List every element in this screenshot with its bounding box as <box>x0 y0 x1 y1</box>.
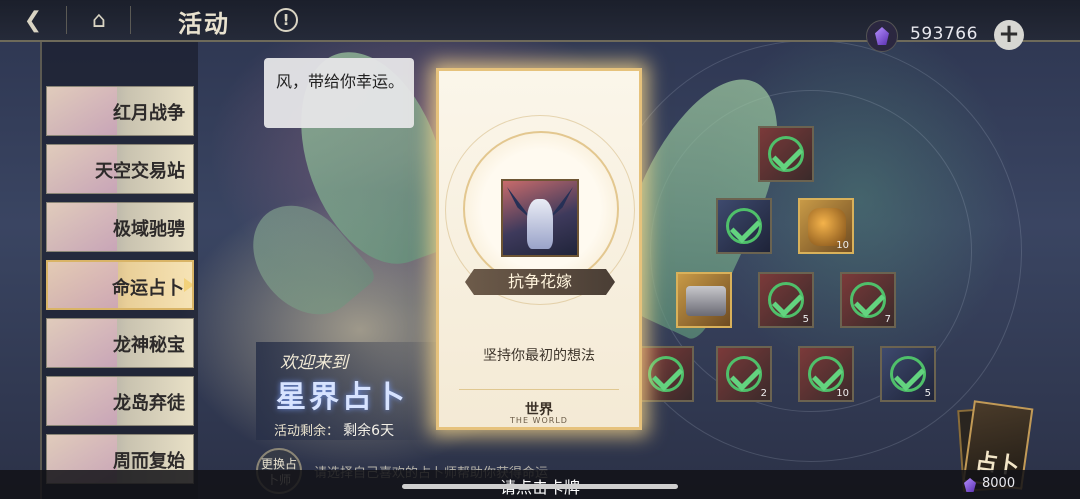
info-icon[interactable]: ! <box>274 8 298 32</box>
chest-icon <box>686 286 726 316</box>
reward-qty: 10 <box>836 240 849 251</box>
character-portrait <box>47 377 117 425</box>
sidebar-item-dragon-god-treasure[interactable]: 龙神秘宝 <box>46 318 194 368</box>
currency-display: 593766 + <box>866 20 1026 52</box>
reward-qty: 5 <box>802 314 809 325</box>
card-arcana-en: THE WORLD <box>510 416 568 425</box>
character-portrait <box>501 179 579 257</box>
back-arrow-icon[interactable]: ❮ <box>16 4 50 36</box>
sidebar-item-label: 红月战争 <box>113 103 185 124</box>
welcome-banner: 欢迎来到 星界占卜 活动剩余： 剩余6天 <box>256 342 436 440</box>
reward-item[interactable] <box>716 198 772 254</box>
reward-qty: 7 <box>884 314 891 325</box>
reward-qty: 2 <box>760 388 767 399</box>
reward-item[interactable] <box>758 126 814 182</box>
event-sidebar: 红月战争 天空交易站 极域驰骋 命运占卜 龙神秘宝 龙岛弃徒 周而复始 <box>40 42 198 499</box>
divider <box>130 6 131 34</box>
sidebar-item-fate-divination[interactable]: 命运占卜 <box>46 260 194 310</box>
sidebar-item-label: 天空交易站 <box>95 161 185 182</box>
page-title: 活动 <box>178 10 230 38</box>
event-name: 星界占卜 <box>276 380 408 415</box>
sidebar-item-label: 极域驰骋 <box>113 219 185 240</box>
reward-item[interactable] <box>638 346 694 402</box>
sidebar-item-label: 命运占卜 <box>112 278 184 299</box>
speech-text: 风，带给你幸运。 <box>276 72 405 91</box>
card-character-name: 抗争花嫁 <box>465 269 615 295</box>
remaining-label: 活动剩余： <box>274 424 340 439</box>
deck-cost-value: 8000 <box>982 476 1016 491</box>
remaining-time: 活动剩余： 剩余6天 <box>274 420 394 440</box>
reward-item[interactable]: 10 <box>798 346 854 402</box>
home-icon[interactable]: ⌂ <box>84 4 114 36</box>
currency-value: 593766 <box>910 24 978 44</box>
reward-item[interactable]: 5 <box>880 346 936 402</box>
reward-qty: 5 <box>924 388 931 399</box>
welcome-line: 欢迎来到 <box>280 353 348 373</box>
character-portrait <box>47 203 117 251</box>
reward-item[interactable]: 7 <box>840 272 896 328</box>
speech-bubble: 风，带给你幸运。 <box>264 58 414 128</box>
reward-item[interactable]: 10 <box>798 198 854 254</box>
reward-item[interactable]: 2 <box>716 346 772 402</box>
character-portrait <box>48 262 118 308</box>
remaining-value: 剩余6天 <box>343 423 395 439</box>
character-portrait <box>47 319 117 367</box>
sidebar-item-polar-race[interactable]: 极域驰骋 <box>46 202 194 252</box>
sidebar-item-label: 龙神秘宝 <box>113 335 185 356</box>
character-portrait <box>47 87 117 135</box>
purple-gem-icon <box>866 20 898 52</box>
deck-cost: 8000 <box>964 476 1034 494</box>
reward-item[interactable] <box>676 272 732 328</box>
sidebar-item-red-moon-war[interactable]: 红月战争 <box>46 86 194 136</box>
divider <box>66 6 67 34</box>
sidebar-item-label: 龙岛弃徒 <box>113 393 185 414</box>
tarot-card[interactable]: 抗争花嫁 坚持你最初的想法 世界 THE WORLD <box>436 68 642 430</box>
card-description: 坚持你最初的想法 <box>483 348 595 364</box>
reward-qty: 10 <box>836 388 849 399</box>
sidebar-item-dragon-island-outcast[interactable]: 龙岛弃徒 <box>46 376 194 426</box>
home-indicator[interactable] <box>402 484 678 489</box>
plus-icon[interactable]: + <box>994 20 1024 50</box>
purple-gem-icon <box>964 478 976 492</box>
reward-item[interactable]: 5 <box>758 272 814 328</box>
sidebar-item-sky-trade-station[interactable]: 天空交易站 <box>46 144 194 194</box>
